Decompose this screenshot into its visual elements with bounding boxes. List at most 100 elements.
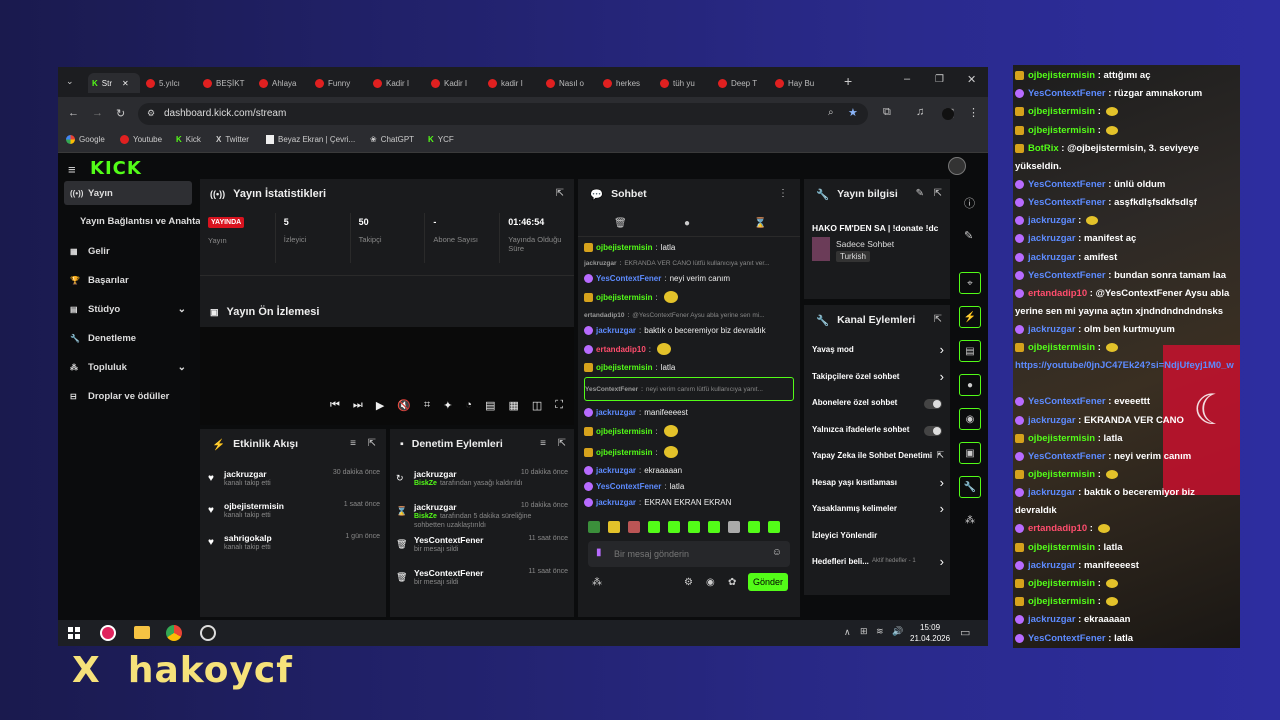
filter-icon[interactable]: ≡	[540, 438, 546, 449]
hourglass-icon[interactable]: ⌛	[754, 218, 766, 229]
chat-username[interactable]: ojbejistermisin	[596, 243, 652, 252]
sidebar-item-denetleme[interactable]: 🔧 Denetleme	[64, 326, 192, 350]
channel-action-item[interactable]: Abonelere özel sohbet	[812, 394, 944, 414]
rewind-icon[interactable]: ⏮	[330, 399, 340, 412]
chat-message[interactable]: jackruzgar: baktık o beceremiyor biz devr…	[584, 324, 794, 337]
clock-date[interactable]: 21.04.2026	[910, 634, 950, 643]
kick-logo[interactable]: KICK	[90, 158, 142, 179]
captions-icon[interactable]: ▤	[485, 399, 495, 412]
file-explorer-icon[interactable]	[134, 626, 150, 639]
activity-user[interactable]: jackruzgar	[224, 469, 267, 479]
channel-action-item[interactable]: İzleyici Yönlendir	[812, 527, 944, 547]
star-icon[interactable]: ★	[848, 106, 858, 119]
chat-username[interactable]: ertandadip10	[596, 345, 646, 354]
screen-icon[interactable]: ▦	[508, 399, 518, 412]
network-icon[interactable]: ⊞	[860, 626, 868, 637]
notification-icon[interactable]: ▭	[960, 626, 970, 639]
activity-item[interactable]: ♥ ojbejistermisin kanalı takip etti 1 saat …	[208, 501, 380, 529]
close-tab-icon[interactable]: ✕	[122, 79, 129, 88]
toggle-switch[interactable]	[924, 399, 942, 409]
chat-username[interactable]: jackruzgar	[596, 408, 636, 417]
emote-icon[interactable]	[748, 521, 760, 533]
sidebar-item-yay-n-ba-lant-s-ve-anahtar-[interactable]: Yayın Bağlantısı ve Anahtarı	[64, 209, 207, 233]
minimize-icon[interactable]: –	[904, 73, 910, 85]
tool-button-5[interactable]: ◉	[959, 408, 981, 430]
channel-action-item[interactable]: Yapay Zeka ile Sohbet Denetimi ⇱	[812, 447, 944, 467]
channel-action-item[interactable]: Hesap yaşı kısıtlaması ›	[812, 474, 944, 494]
chat-username[interactable]: jackruzgar	[596, 466, 636, 475]
channel-action-item[interactable]: Takipçilere özel sohbet ›	[812, 368, 944, 388]
popout-icon[interactable]: ⇱	[558, 438, 566, 449]
profile-avatar[interactable]	[942, 108, 954, 120]
trash-icon[interactable]: 🗑	[614, 218, 627, 229]
users-icon[interactable]: ⁂	[592, 577, 602, 588]
chat-username[interactable]: ojbejistermisin	[596, 293, 652, 302]
browser-tab[interactable]: Kadir I	[373, 73, 425, 93]
emote-icon[interactable]	[588, 521, 600, 533]
tool-button-7[interactable]: 🔧	[959, 476, 981, 498]
popout-icon[interactable]: ⇱	[556, 188, 564, 199]
toggle-switch[interactable]	[924, 425, 942, 436]
chat-message[interactable]: ojbejistermisin:	[584, 443, 794, 461]
fullscreen-icon[interactable]: ⛶	[555, 399, 563, 412]
tool-button-4[interactable]: ●	[959, 374, 981, 396]
filter-icon[interactable]: ≡	[350, 438, 356, 449]
emote-icon[interactable]	[708, 521, 720, 533]
chat-message[interactable]: YesContextFener: latla	[584, 480, 794, 493]
activity-item[interactable]: ♥ sahrigokalp kanalı takip etti 1 gün önce	[208, 533, 380, 561]
back-icon[interactable]: ←	[68, 107, 79, 119]
chat-menu-icon[interactable]: ⋮	[778, 188, 788, 199]
popout-icon[interactable]: ⇱	[368, 438, 376, 449]
browser-tab[interactable]: Nasıl o	[546, 73, 598, 93]
moderation-item[interactable]: 🗑 YesContextFener bir mesajı sildi 11 saat …	[396, 568, 568, 598]
chat-reply-preview[interactable]: YesContextFener: neyi verim canım lütfü k…	[584, 377, 794, 401]
sidebar-item-st-dyo[interactable]: ▤ Stüdyo ⌄	[64, 297, 192, 321]
reload-icon[interactable]: ↻	[116, 107, 125, 120]
sidebar-item-droplar-ve-d-ller[interactable]: ⊟ Droplar ve ödüller	[64, 384, 192, 408]
info-icon[interactable]: ⓘ	[964, 195, 975, 211]
clock-time[interactable]: 15:09	[920, 623, 940, 632]
settings-icon[interactable]: ⚙	[684, 577, 693, 588]
chat-bubble-icon[interactable]: ◉	[706, 577, 715, 588]
browser-tab[interactable]: kadir I	[488, 73, 540, 93]
sparkle-icon[interactable]: ✦	[443, 399, 452, 412]
chat-username[interactable]: jackruzgar	[596, 498, 636, 507]
chat-username[interactable]: ojbejistermisin	[596, 363, 652, 372]
sidebar-item-ba-ar-lar[interactable]: 🏆 Başarılar	[64, 268, 192, 292]
moderation-user[interactable]: YesContextFener	[414, 535, 483, 545]
play-icon[interactable]: ▶	[376, 399, 384, 412]
popout-icon[interactable]: ⇱	[934, 188, 942, 199]
emote-icon[interactable]	[628, 521, 640, 533]
browser-tab[interactable]: 5.yılcı	[146, 73, 198, 93]
close-window-icon[interactable]: ✕	[967, 73, 976, 86]
bookmark-kick[interactable]: K Kick	[176, 135, 201, 144]
bookmark-beyaz-ekran[interactable]: Beyaz Ekran | Çevri...	[266, 135, 355, 144]
clip-icon[interactable]: ◔	[465, 399, 472, 412]
emote-icon[interactable]	[648, 521, 660, 533]
emote-icon[interactable]	[768, 521, 780, 533]
channel-action-item[interactable]: Yasaklanmış kelimeler ›	[812, 500, 944, 520]
activity-item[interactable]: ♥ jackruzgar kanalı takip etti 30 dakika ön…	[208, 469, 380, 497]
sidebar-item-yay-n[interactable]: ((•)) Yayın	[64, 181, 192, 205]
crop-icon[interactable]: ⌗	[424, 399, 430, 412]
chat-username[interactable]: YesContextFener	[596, 274, 661, 283]
new-tab-icon[interactable]: +	[844, 73, 852, 89]
windows-start-icon[interactable]	[68, 627, 80, 639]
chat-username[interactable]: ojbejistermisin	[596, 427, 652, 436]
bookmark-ycf[interactable]: K YCF	[428, 135, 454, 144]
menu-icon[interactable]: ⋮	[968, 106, 979, 119]
user-avatar[interactable]	[948, 157, 966, 175]
tray-chevron-icon[interactable]: ∧	[844, 627, 851, 638]
browser-tab[interactable]: Ahlaya	[259, 73, 311, 93]
bookmark-google[interactable]: Google	[66, 135, 105, 144]
browser-tab[interactable]: Kadir I	[431, 73, 483, 93]
obs-icon[interactable]	[200, 625, 216, 641]
app-icon-red[interactable]	[100, 625, 116, 641]
forward-icon[interactable]: →	[92, 107, 103, 119]
browser-tab[interactable]: Funny	[315, 73, 367, 93]
chat-username[interactable]: ojbejistermisin	[596, 448, 652, 457]
sidebar-item-topluluk[interactable]: ⁂ Topluluk ⌄	[64, 355, 192, 379]
browser-tab[interactable]: Hay Bu	[775, 73, 827, 93]
chat-message[interactable]: jackruzgar: EKRAN EKRAN EKRAN	[584, 496, 794, 509]
chat-message[interactable]: jackruzgar: ekraaaaan	[584, 464, 794, 477]
